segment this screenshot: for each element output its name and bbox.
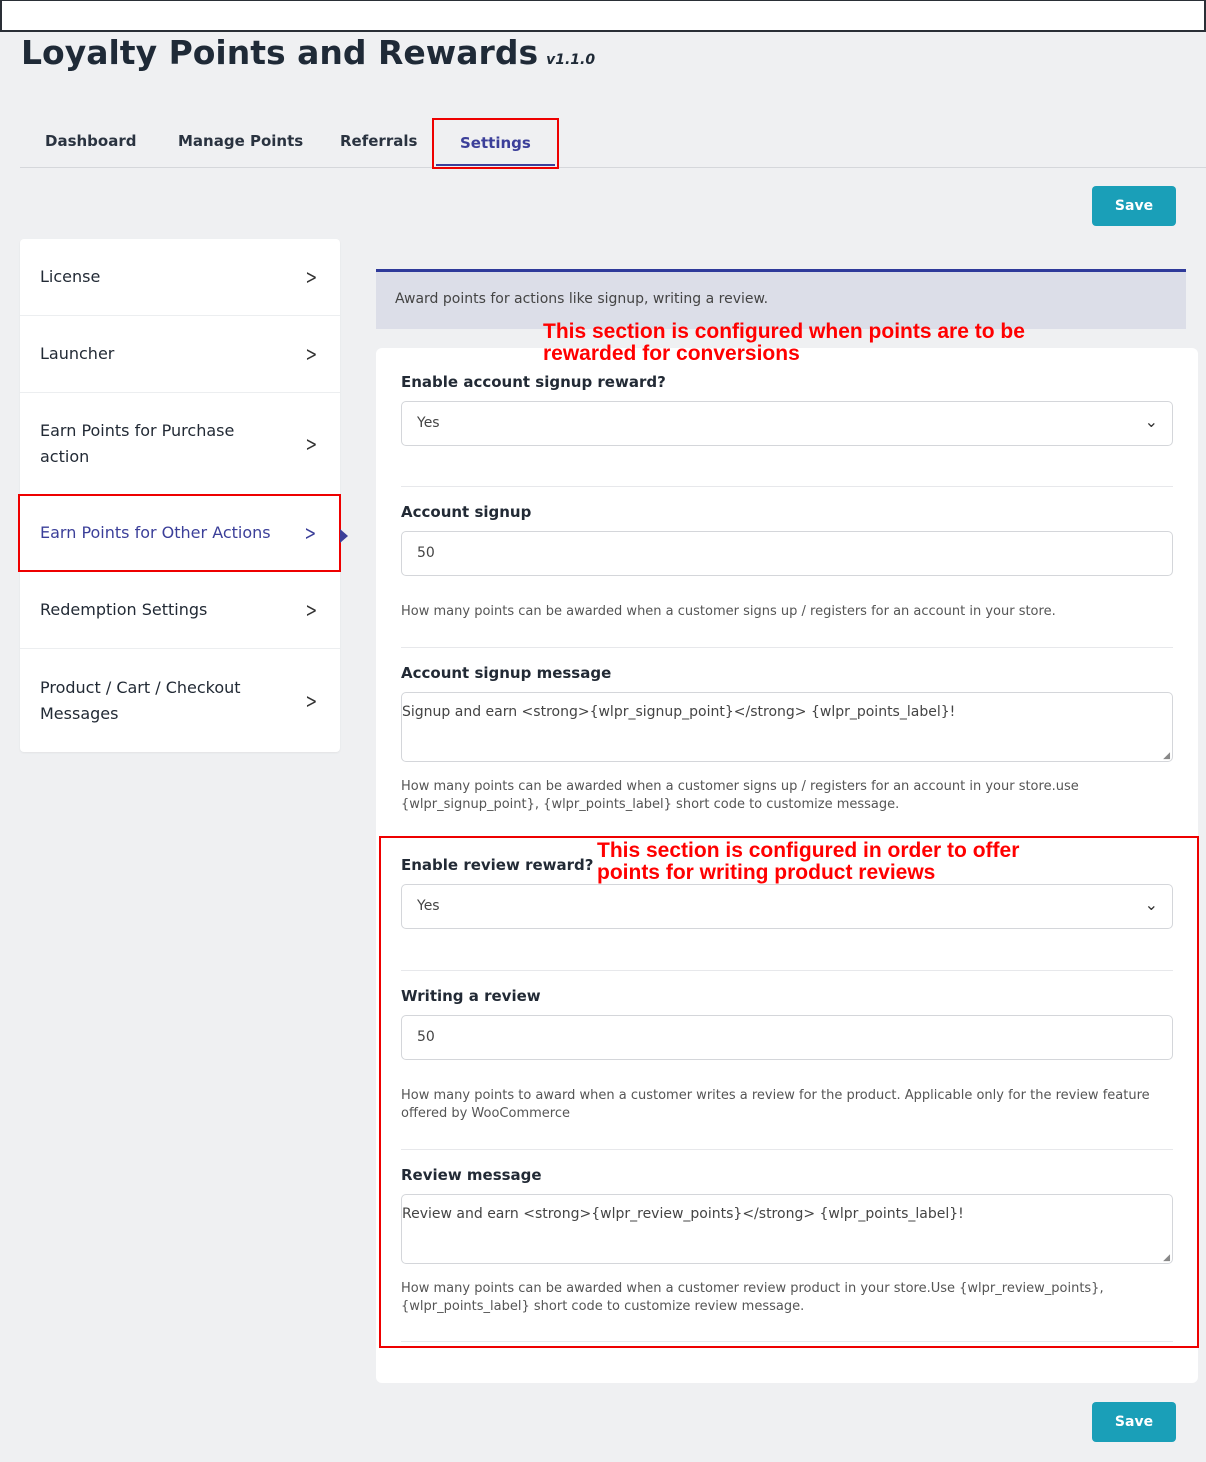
sidebar-item-label: Product / Cart / Checkout Messages xyxy=(40,677,241,723)
signup-message-label: Account signup message xyxy=(401,664,612,682)
select-value: Yes xyxy=(417,898,440,914)
sidebar-item-label: Launcher xyxy=(40,344,115,363)
tab-dashboard[interactable]: Dashboard xyxy=(45,132,136,150)
divider xyxy=(401,970,1173,971)
annotation-review: This section is configured in order to o… xyxy=(597,839,1020,884)
settings-sidebar: License > Launcher > Earn Points for Purch… xyxy=(18,239,341,752)
select-value: Yes xyxy=(417,415,440,431)
review-message-textarea[interactable]: Review and earn <strong>{wlpr_review_poi… xyxy=(401,1194,1173,1264)
save-button-bottom[interactable]: Save xyxy=(1092,1402,1176,1442)
divider xyxy=(401,647,1173,648)
review-message-label: Review message xyxy=(401,1166,542,1184)
divider xyxy=(401,1149,1173,1150)
chevron-down-icon: ⌄ xyxy=(1144,895,1158,914)
sidebar-item-redemption[interactable]: Redemption Settings > xyxy=(20,572,340,649)
chevron-right-icon: > xyxy=(304,521,317,545)
title-text: Loyalty Points and Rewards xyxy=(21,33,539,72)
tab-referrals[interactable]: Referrals xyxy=(340,132,417,150)
chevron-right-icon: > xyxy=(305,688,318,713)
browser-bar xyxy=(0,0,1206,32)
textarea-value: Signup and earn <strong>{wlpr_signup_poi… xyxy=(402,704,956,720)
review-message-help: How many points can be awarded when a cu… xyxy=(401,1281,1104,1314)
signup-message-help: How many points can be awarded when a cu… xyxy=(401,779,1079,812)
enable-signup-select[interactable]: Yes ⌄ xyxy=(401,401,1173,446)
save-button-top[interactable]: Save xyxy=(1092,186,1176,226)
signup-points-label: Account signup xyxy=(401,503,532,521)
enable-review-select[interactable]: Yes ⌄ xyxy=(401,884,1173,929)
enable-signup-label: Enable account signup reward? xyxy=(401,373,666,391)
chevron-right-icon: > xyxy=(305,265,318,289)
sidebar-item-license[interactable]: License > xyxy=(20,239,340,316)
tab-settings[interactable]: Settings xyxy=(432,118,559,169)
divider xyxy=(401,486,1173,487)
review-points-input[interactable]: 50 xyxy=(401,1015,1173,1060)
resize-handle-icon[interactable]: ◢ xyxy=(1163,751,1170,761)
enable-review-label: Enable review reward? xyxy=(401,856,594,874)
tab-bar: Dashboard Manage Points Referrals Settin… xyxy=(20,118,1206,169)
sidebar-item-earn-purchase[interactable]: Earn Points for Purchase action > xyxy=(20,393,340,495)
version-label: v1.1.0 xyxy=(546,52,596,68)
chevron-right-icon: > xyxy=(305,342,318,366)
review-points-help: How many points to award when a customer… xyxy=(401,1088,1150,1121)
sidebar-item-label: Earn Points for Other Actions xyxy=(40,523,271,542)
active-pointer-icon xyxy=(340,529,348,543)
chevron-down-icon: ⌄ xyxy=(1144,412,1158,431)
signup-points-help: How many points can be awarded when a cu… xyxy=(401,604,1056,619)
sidebar-item-label: Earn Points for Purchase action xyxy=(40,420,235,466)
page-title: Loyalty Points and Rewards v1.1.0 xyxy=(21,33,595,72)
annotation-signup: This section is configured when points a… xyxy=(543,320,1025,365)
review-points-label: Writing a review xyxy=(401,987,541,1005)
sidebar-item-launcher[interactable]: Launcher > xyxy=(20,316,340,393)
sidebar-item-messages[interactable]: Product / Cart / Checkout Messages > xyxy=(20,649,340,752)
tab-manage-points[interactable]: Manage Points xyxy=(178,132,303,150)
resize-handle-icon[interactable]: ◢ xyxy=(1163,1253,1170,1263)
sidebar-item-label: Redemption Settings xyxy=(40,600,208,619)
sidebar-item-label: License xyxy=(40,267,101,286)
chevron-right-icon: > xyxy=(305,598,318,622)
divider xyxy=(401,1341,1173,1342)
textarea-value: Review and earn <strong>{wlpr_review_poi… xyxy=(402,1206,964,1222)
chevron-right-icon: > xyxy=(305,431,318,456)
sidebar-item-earn-other-actions[interactable]: Earn Points for Other Actions > xyxy=(18,494,341,572)
signup-message-textarea[interactable]: Signup and earn <strong>{wlpr_signup_poi… xyxy=(401,692,1173,762)
signup-points-input[interactable]: 50 xyxy=(401,531,1173,576)
